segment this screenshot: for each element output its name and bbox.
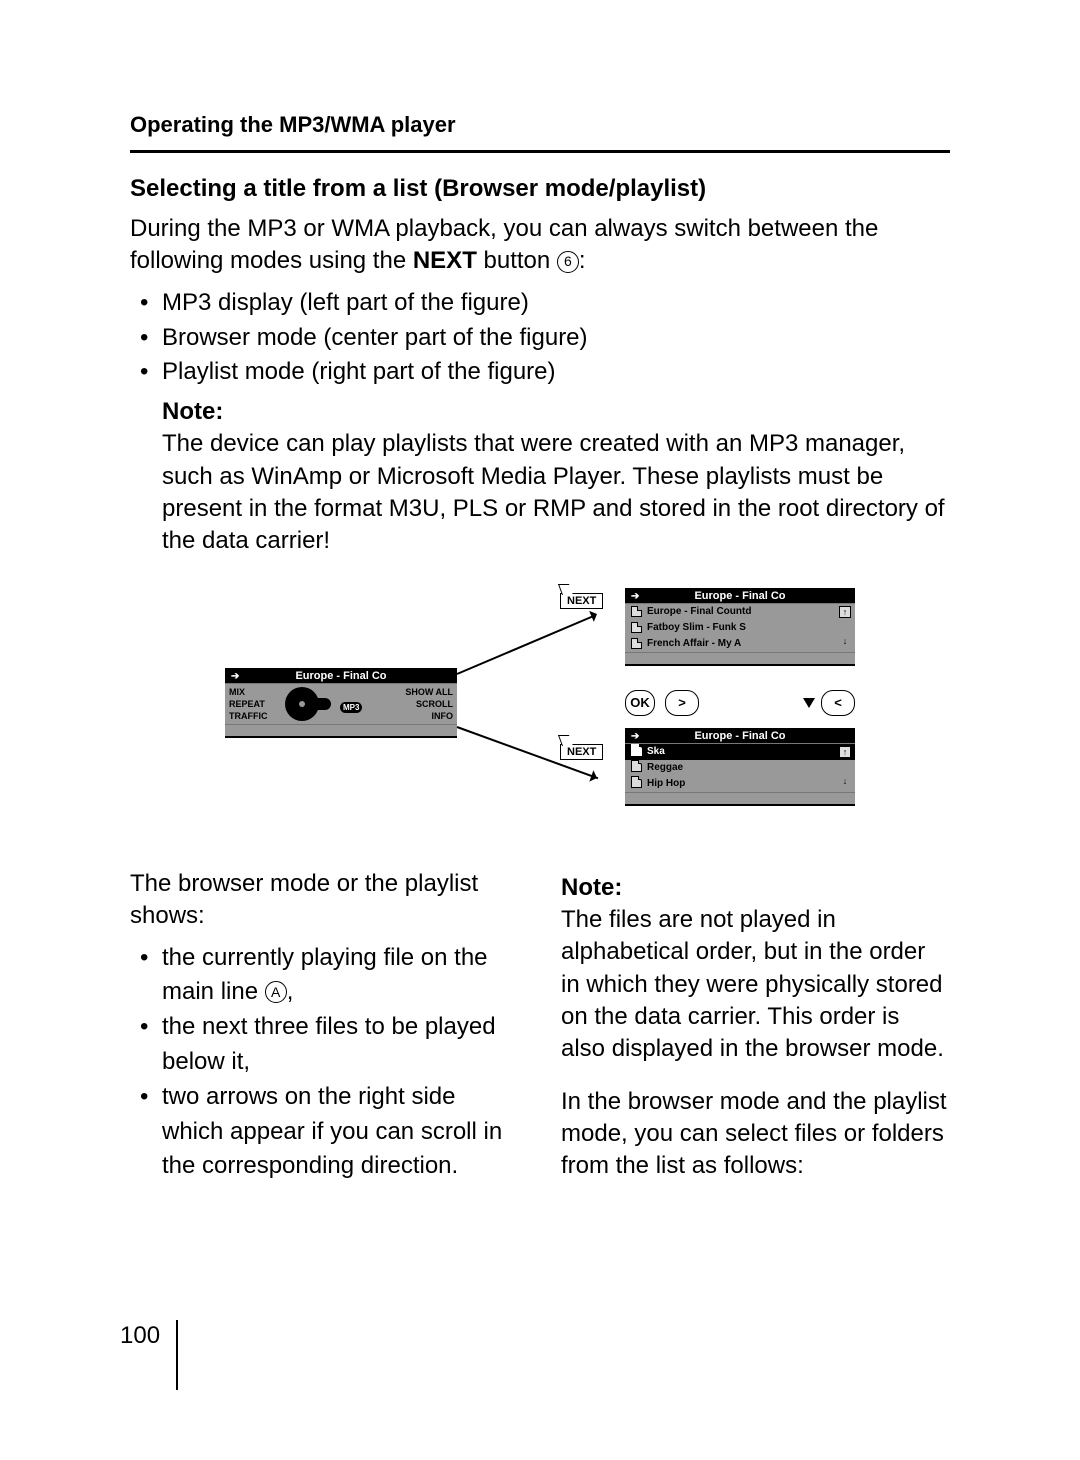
- ok-button[interactable]: OK: [625, 690, 655, 716]
- lcd-title-text: Europe - Final Co: [694, 730, 785, 742]
- lcd-left-opt: REPEAT: [229, 699, 276, 709]
- lcd-right-opt: INFO: [399, 711, 453, 721]
- intro-paragraph: During the MP3 or WMA playback, you can …: [130, 213, 950, 278]
- lcd-title-text: Europe - Final Co: [694, 590, 785, 602]
- scroll-down-icon: ↓: [839, 776, 851, 788]
- arrow-icon: ➔: [631, 589, 639, 605]
- lcd-title: ➔ Europe - Final Co: [625, 728, 855, 744]
- li-post: ,: [287, 978, 294, 1005]
- mp3-tag: MP3: [340, 702, 362, 713]
- next-button[interactable]: >: [665, 690, 699, 716]
- left-intro: The browser mode or the playlist shows:: [130, 868, 519, 933]
- list-item-label: Europe - Final Countd: [647, 606, 751, 617]
- list-item-label: Reggae: [647, 762, 683, 773]
- footer-divider: [176, 1320, 178, 1390]
- intro-post: button: [477, 247, 557, 274]
- lcd-playlist-display: ➔ Europe - Final Co Europe - Final Count…: [625, 588, 855, 666]
- right-column: Note: The files are not played in alphab…: [561, 868, 950, 1191]
- section-header: Operating the MP3/WMA player: [130, 112, 950, 153]
- lcd-left-opt: TRAFFIC: [229, 711, 276, 721]
- arrow-icon: ➔: [631, 729, 639, 745]
- scroll-up-icon: ↑: [839, 606, 851, 618]
- lcd-mp3-display: ➔ Europe - Final Co MIX REPEAT TRAFFIC M…: [225, 668, 457, 738]
- left-column: The browser mode or the playlist shows: …: [130, 868, 519, 1191]
- next-word: NEXT: [413, 247, 477, 274]
- arrow-line: [457, 614, 596, 674]
- button-bar: OK > <: [625, 690, 855, 716]
- file-icon: [631, 606, 642, 617]
- list-item-label: Fatboy Slim - Funk S: [647, 622, 746, 633]
- folder-icon: [631, 763, 642, 772]
- note-block-1: Note: The device can play playlists that…: [130, 398, 950, 558]
- note-label: Note:: [561, 874, 950, 902]
- folder-icon: [631, 779, 642, 788]
- right-after: In the browser mode and the playlist mod…: [561, 1086, 950, 1183]
- list-item: Hip Hop: [625, 776, 855, 792]
- list-item: two arrows on the right side which appea…: [140, 1080, 519, 1184]
- page-footer: 100: [120, 1322, 178, 1390]
- mode-item: Playlist mode (right part of the figure): [140, 355, 950, 390]
- lcd-right-opt: SHOW ALL: [399, 687, 453, 697]
- arrow-head-icon: [589, 770, 604, 785]
- ref-a: A: [265, 981, 287, 1003]
- lcd-title: ➔ Europe - Final Co: [625, 588, 855, 604]
- disc-handle-icon: [313, 698, 331, 710]
- down-arrow-icon: [803, 698, 815, 714]
- subheading: Selecting a title from a list (Browser m…: [130, 175, 950, 203]
- page-number: 100: [120, 1322, 176, 1350]
- list-item: Europe - Final Countd: [625, 604, 855, 620]
- folder-icon: [631, 747, 642, 756]
- arrow-icon: ➔: [231, 669, 239, 685]
- lcd-right-opt: SCROLL: [399, 699, 453, 709]
- list-item-label: Hip Hop: [647, 778, 685, 789]
- prev-button[interactable]: <: [821, 690, 855, 716]
- button-ref-6: 6: [557, 251, 579, 273]
- lcd-left-opt: MIX: [229, 687, 276, 697]
- mode-item: MP3 display (left part of the figure): [140, 286, 950, 321]
- list-item: Fatboy Slim - Funk S: [625, 620, 855, 636]
- lcd-title-text: Europe - Final Co: [295, 670, 386, 682]
- list-item-label: Ska: [647, 746, 665, 757]
- list-item: Ska: [625, 744, 855, 760]
- list-item-label: French Affair - My A: [647, 638, 741, 649]
- list-item: the next three files to be played below …: [140, 1010, 519, 1080]
- lcd-title: ➔ Europe - Final Co: [225, 668, 457, 684]
- mode-item: Browser mode (center part of the figure): [140, 321, 950, 356]
- scroll-down-icon: ↓: [839, 636, 851, 648]
- lcd-browser-display: ➔ Europe - Final Co Ska Reggae Hip Hop ↑…: [625, 728, 855, 806]
- file-icon: [631, 622, 642, 633]
- list-item: Reggae: [625, 760, 855, 776]
- note-text: The files are not played in alphabetical…: [561, 904, 950, 1066]
- file-icon: [631, 638, 642, 649]
- note-text: The device can play playlists that were …: [162, 428, 950, 558]
- modes-list: MP3 display (left part of the figure) Br…: [130, 286, 950, 390]
- next-callout: NEXT: [560, 593, 603, 609]
- figure: ➔ Europe - Final Co MIX REPEAT TRAFFIC M…: [225, 588, 855, 828]
- next-callout: NEXT: [560, 744, 603, 760]
- list-item: French Affair - My A: [625, 636, 855, 652]
- li-pre: the currently playing file on the main l…: [162, 944, 488, 1006]
- list-item: the currently playing file on the main l…: [140, 941, 519, 1011]
- scroll-up-icon: ↑: [839, 746, 851, 758]
- note-label: Note:: [162, 398, 950, 426]
- intro-tail: :: [579, 247, 586, 274]
